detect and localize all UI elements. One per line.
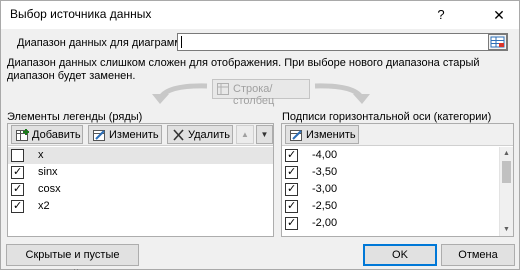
ok-button[interactable]: OK <box>363 244 437 266</box>
row-checkbox[interactable]: ✓ <box>285 166 298 179</box>
legend-series-label: x <box>38 149 44 161</box>
edit-axis-labels-label: Изменить <box>306 129 356 141</box>
axis-list-scrollbar[interactable]: ▲ ▼ <box>499 147 513 236</box>
select-data-source-dialog: Выбор источника данных ? ✕ Диапазон данн… <box>0 0 520 270</box>
legend-series-label: sinx <box>38 166 58 178</box>
axis-category-label: -2,50 <box>312 200 338 212</box>
edit-axis-labels-button[interactable]: Изменить <box>285 125 359 144</box>
curved-arrow-right-icon <box>314 83 370 104</box>
curved-arrow-left-icon <box>152 83 208 104</box>
legend-entries-title: Элементы легенды (ряды) <box>7 111 143 123</box>
row-checkbox[interactable]: ✓ <box>285 149 298 162</box>
axis-category-label: -3,50 <box>312 166 338 178</box>
edit-series-button[interactable]: Изменить <box>88 125 162 144</box>
add-series-button[interactable]: Добавить <box>11 125 83 144</box>
scroll-thumb[interactable] <box>502 161 511 183</box>
row-checkbox[interactable]: ✓ <box>285 183 298 196</box>
legend-series-row[interactable]: x <box>8 147 273 164</box>
chart-data-range-label: Диапазон данных для диаграммы: <box>17 37 193 49</box>
checkmark-icon: ✓ <box>13 183 23 195</box>
row-checkbox[interactable]: ✓ <box>285 200 298 213</box>
move-down-button[interactable]: ▼ <box>256 125 273 144</box>
checkmark-icon: ✓ <box>287 183 297 195</box>
hidden-empty-cells-button[interactable]: Скрытые и пустые ячейки <box>6 244 139 270</box>
title-bar: Выбор источника данных ? ✕ <box>1 1 519 29</box>
delete-series-label: Удалить <box>188 129 230 141</box>
switch-row-column-label: Строка/столбец <box>233 83 275 107</box>
checkmark-icon: ✓ <box>287 217 297 229</box>
axis-labels-panel: Изменить ✓ -4,00 ✓ -3,50 ✓ -3,00 ✓ -2,50 ✓ -2,00 … <box>281 123 514 237</box>
switch-row-column-icon <box>217 83 229 95</box>
axis-toolbar: Изменить <box>282 124 513 146</box>
scroll-down-arrow-icon[interactable]: ▼ <box>500 223 513 236</box>
axis-category-row[interactable]: ✓ -2,50 <box>282 198 499 215</box>
switch-row-column-button[interactable]: Строка/столбец <box>212 79 310 107</box>
edit-axis-labels-icon <box>290 130 302 141</box>
text-caret <box>181 36 182 48</box>
legend-toolbar: Добавить Изменить Удалить ▲ ▼ <box>8 124 273 146</box>
range-select-icon[interactable] <box>488 34 507 50</box>
axis-labels-title: Подписи горизонтальной оси (категории) <box>282 111 492 123</box>
delete-icon <box>173 129 184 141</box>
checkmark-icon: ✓ <box>287 166 297 178</box>
row-checkbox[interactable] <box>11 149 24 162</box>
legend-series-row[interactable]: ✓ sinx <box>8 164 273 181</box>
axis-category-row[interactable]: ✓ -4,00 <box>282 147 499 164</box>
edit-series-icon <box>93 130 105 141</box>
axis-category-label: -3,00 <box>312 183 338 195</box>
checkmark-icon: ✓ <box>13 166 23 178</box>
scroll-up-arrow-icon[interactable]: ▲ <box>500 147 513 160</box>
legend-entries-panel: Добавить Изменить Удалить ▲ ▼ x ✓ sinx ✓ <box>7 123 274 237</box>
row-checkbox[interactable]: ✓ <box>11 166 24 179</box>
legend-series-label: cosx <box>38 183 61 195</box>
add-series-icon <box>16 129 29 141</box>
move-up-button[interactable]: ▲ <box>236 125 254 144</box>
checkmark-icon: ✓ <box>287 149 297 161</box>
axis-category-row[interactable]: ✓ -3,00 <box>282 181 499 198</box>
chart-data-range-input[interactable] <box>177 33 508 51</box>
row-checkbox[interactable]: ✓ <box>11 200 24 213</box>
axis-category-list: ✓ -4,00 ✓ -3,50 ✓ -3,00 ✓ -2,50 ✓ -2,00 <box>282 147 499 236</box>
legend-series-row[interactable]: ✓ x2 <box>8 198 273 215</box>
legend-series-label: x2 <box>38 200 50 212</box>
legend-series-row[interactable]: ✓ cosx <box>8 181 273 198</box>
add-series-label: Добавить <box>32 129 81 141</box>
help-button[interactable]: ? <box>426 1 456 29</box>
cancel-button[interactable]: Отмена <box>441 244 515 266</box>
delete-series-button[interactable]: Удалить <box>167 125 233 144</box>
dialog-title: Выбор источника данных <box>10 7 152 21</box>
row-checkbox[interactable]: ✓ <box>285 217 298 230</box>
edit-series-label: Изменить <box>109 129 159 141</box>
checkmark-icon: ✓ <box>13 200 23 212</box>
axis-category-label: -4,00 <box>312 149 338 161</box>
checkmark-icon: ✓ <box>287 200 297 212</box>
close-button[interactable]: ✕ <box>481 1 517 29</box>
row-checkbox[interactable]: ✓ <box>11 183 24 196</box>
axis-category-row[interactable]: ✓ -3,50 <box>282 164 499 181</box>
legend-series-list: x ✓ sinx ✓ cosx ✓ x2 <box>8 147 273 236</box>
axis-category-row[interactable]: ✓ -2,00 <box>282 215 499 232</box>
axis-category-label: -2,00 <box>312 217 338 229</box>
